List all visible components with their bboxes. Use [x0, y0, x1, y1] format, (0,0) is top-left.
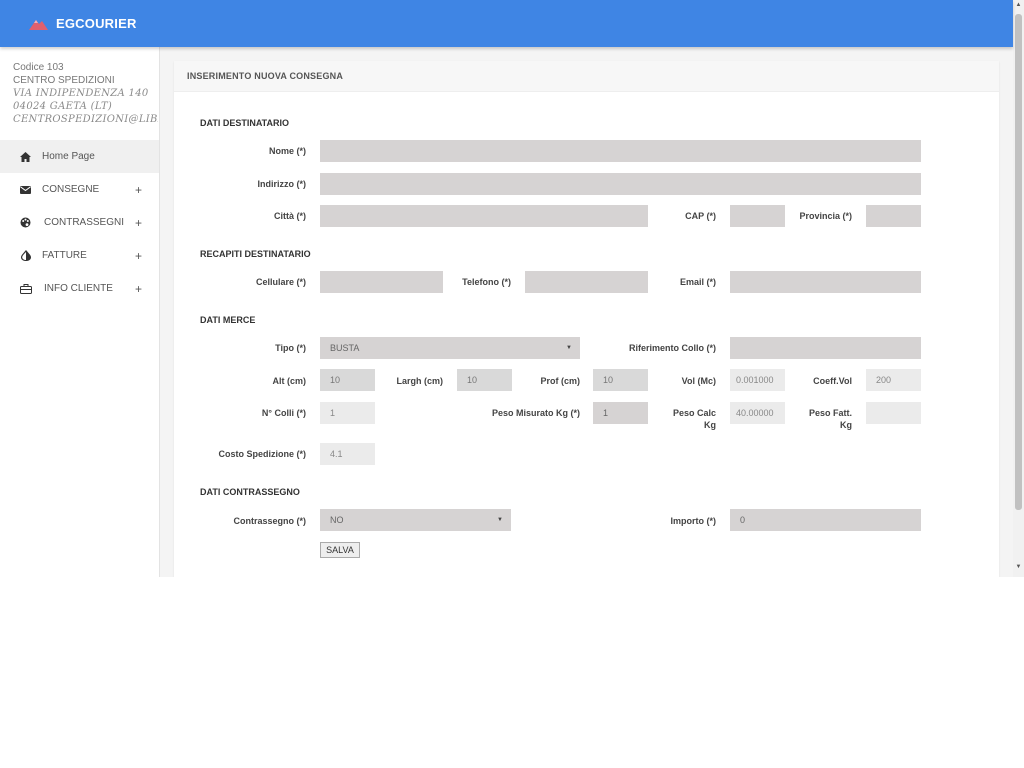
vol-label: Vol (Mc) [681, 376, 716, 386]
peso-misurato-label: Peso Misurato Kg (*) [491, 408, 580, 418]
indirizzo-input[interactable] [320, 173, 921, 195]
cellulare-label: Cellulare (*) [255, 277, 306, 287]
section-title-contrassegno: DATI CONTRASSEGNO [200, 487, 300, 497]
contrast-icon [19, 249, 32, 262]
peso-fatt-input[interactable] [866, 402, 921, 424]
section-title-recapiti: RECAPITI DESTINATARIO [200, 249, 311, 259]
palette-icon [19, 216, 32, 229]
vertical-scrollbar[interactable]: ▲ ▼ [1013, 0, 1024, 577]
sidebar-item-home[interactable]: Home Page [0, 140, 159, 173]
alt-label: Alt (cm) [272, 376, 307, 386]
nome-input[interactable] [320, 140, 921, 162]
largh-input[interactable] [457, 369, 512, 391]
peso-calc-input[interactable] [730, 402, 785, 424]
expand-plus-icon[interactable]: + [135, 216, 142, 230]
sidebar-item-label: CONTRASSEGNI [44, 217, 125, 228]
panel-title: INSERIMENTO NUOVA CONSEGNA [187, 71, 344, 81]
scroll-down-arrow-icon[interactable]: ▼ [1013, 564, 1024, 573]
contrassegno-selected-value: NO [330, 515, 344, 525]
coeff-input[interactable] [866, 369, 921, 391]
peso-misurato-input[interactable] [593, 402, 648, 424]
dropdown-arrow-icon: ▼ [497, 517, 503, 523]
contrassegno-select[interactable]: NO ▼ [320, 509, 511, 531]
tipo-selected-value: BUSTA [330, 343, 360, 353]
sidebar-item-consegne[interactable]: CONSEGNE + [0, 173, 159, 206]
save-button[interactable]: SALVA [320, 542, 360, 558]
riferimento-input[interactable] [730, 337, 921, 359]
expand-plus-icon[interactable]: + [135, 183, 142, 197]
largh-label: Largh (cm) [396, 376, 443, 386]
citta-input[interactable] [320, 205, 648, 227]
cellulare-input[interactable] [320, 271, 443, 293]
tipo-select[interactable]: BUSTA ▼ [320, 337, 580, 359]
sidebar-item-label: CONSEGNE [42, 184, 100, 195]
vol-input[interactable] [730, 369, 785, 391]
costo-input[interactable] [320, 443, 375, 465]
client-city: 04024 GAETA (LT) [13, 101, 113, 112]
provincia-input[interactable] [866, 205, 921, 227]
nome-label: Nome (*) [268, 146, 306, 156]
client-info: Codice 103 CENTRO SPEDIZIONI VIA INDIPEN… [13, 61, 158, 126]
cap-label: CAP (*) [685, 211, 716, 221]
sidebar-item-label: FATTURE [42, 250, 87, 261]
panel-header: INSERIMENTO NUOVA CONSEGNA [174, 61, 999, 92]
riferimento-label: Riferimento Collo (*) [629, 343, 716, 353]
coeff-label: Coeff.Vol [813, 376, 852, 386]
app-viewport: EGCOURIER Codice 103 CENTRO SPEDIZIONI V… [0, 0, 1024, 577]
dropdown-arrow-icon: ▼ [566, 345, 572, 351]
prof-input[interactable] [593, 369, 648, 391]
provincia-label: Provincia (*) [799, 211, 852, 221]
sidebar-item-info-cliente[interactable]: INFO CLIENTE + [0, 272, 159, 305]
client-address: VIA INDIPENDENZA 140 [13, 88, 149, 99]
contrassegno-label: Contrassegno (*) [233, 516, 306, 526]
prof-label: Prof (cm) [540, 376, 580, 386]
alt-input[interactable] [320, 369, 375, 391]
sidebar: Codice 103 CENTRO SPEDIZIONI VIA INDIPEN… [0, 47, 160, 577]
sidebar-item-label: Home Page [42, 151, 95, 162]
form-panel: INSERIMENTO NUOVA CONSEGNA DATI DESTINAT… [174, 61, 999, 577]
telefono-input[interactable] [525, 271, 648, 293]
sidebar-item-fatture[interactable]: FATTURE + [0, 239, 159, 272]
sidebar-nav: Home Page CONSEGNE + CONTRASSEGNI + FATT… [0, 140, 159, 305]
tipo-label: Tipo (*) [275, 343, 306, 353]
envelope-icon [19, 183, 32, 196]
client-email: CENTROSPEDIZIONI@LIBERO.IT [13, 114, 158, 125]
sidebar-item-label: INFO CLIENTE [44, 283, 113, 294]
indirizzo-label: Indirizzo (*) [257, 179, 307, 189]
email-input[interactable] [730, 271, 921, 293]
brand[interactable]: EGCOURIER [29, 15, 137, 32]
scrollbar-thumb[interactable] [1015, 14, 1022, 510]
scroll-up-arrow-icon[interactable]: ▲ [1013, 2, 1024, 11]
section-title-destinatario: DATI DESTINATARIO [200, 118, 289, 128]
briefcase-icon [19, 282, 32, 295]
colli-input[interactable] [320, 402, 375, 424]
section-title-merce: DATI MERCE [200, 315, 256, 325]
peso-calc-label-line1: Peso Calc [672, 408, 716, 418]
expand-plus-icon[interactable]: + [135, 249, 142, 263]
email-label: Email (*) [679, 277, 716, 287]
client-code: Codice 103 [13, 62, 64, 73]
peso-fatt-label-line1: Peso Fatt. [808, 408, 852, 418]
colli-label: N° Colli (*) [261, 408, 306, 418]
importo-label: Importo (*) [670, 516, 717, 526]
importo-input[interactable] [730, 509, 921, 531]
mountain-logo-icon [29, 19, 48, 30]
top-bar: EGCOURIER [0, 0, 1013, 47]
brand-name: EGCOURIER [56, 16, 137, 31]
peso-calc-label-line2: Kg [704, 420, 716, 430]
home-icon [19, 150, 32, 163]
client-name: CENTRO SPEDIZIONI [13, 75, 115, 86]
expand-plus-icon[interactable]: + [135, 282, 142, 296]
sidebar-item-contrassegni[interactable]: CONTRASSEGNI + [0, 206, 159, 239]
costo-label: Costo Spedizione (*) [218, 449, 307, 459]
peso-calc-label: Peso Calc Kg [652, 407, 716, 431]
peso-fatt-label-line2: Kg [840, 420, 852, 430]
citta-label: Città (*) [274, 211, 306, 221]
peso-fatt-label: Peso Fatt. Kg [788, 407, 852, 431]
telefono-label: Telefono (*) [462, 277, 511, 287]
